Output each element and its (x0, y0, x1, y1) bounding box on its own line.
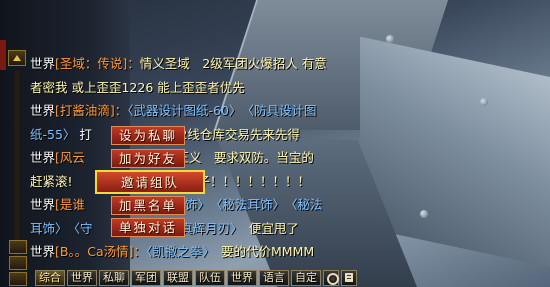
chat-channel-label[interactable]: 世界 (30, 150, 55, 165)
chat-line: 者密我 或上歪歪1226 能上歪歪者优先 (30, 76, 380, 100)
chat-item-link[interactable]: 〈守 (74, 221, 93, 236)
chat-item-link[interactable]: 〈武器设计图纸-60〉 (127, 103, 235, 118)
chat-message-text (61, 221, 74, 236)
chat-item-link[interactable]: 〈秘法 (291, 197, 322, 212)
tab-all[interactable]: 综合 (35, 270, 65, 286)
chat-message-text: 要的代价MMMM (208, 244, 315, 259)
menu-item-add-blacklist[interactable]: 加黑名单 (111, 196, 185, 215)
chat-scroll-controls (7, 240, 29, 286)
chat-item-link[interactable]: 真辉月刃〉 (180, 221, 236, 236)
chat-line: 世界[风云 历 正义 要求双防。当宝的 (30, 146, 380, 170)
menu-item-set-private-chat[interactable]: 设为私聊 (111, 126, 185, 145)
chat-item-link[interactable]: 纸-55〉 (30, 127, 75, 142)
chat-line: 世界[是谁 耳饰〉 〈秘法耳饰〉 〈秘法 (30, 193, 380, 217)
chat-player-name[interactable]: [风云 (55, 150, 85, 165)
chat-player-name[interactable]: [打酱油滴] (55, 103, 115, 118)
chat-item-link[interactable]: 〈防具设计图 (248, 103, 317, 118)
chat-message-list: 世界[圣域：传说]：情义圣域 2级军团火爆招人 有意 者密我 或上歪歪1226 能… (30, 52, 380, 264)
tab-world[interactable]: 世界 (67, 270, 97, 286)
double-arrow-up-icon[interactable] (9, 256, 27, 270)
chat-separator: ： (133, 244, 146, 259)
chat-message-text: 打 (75, 126, 92, 142)
tab-team[interactable]: 队伍 (195, 270, 225, 286)
chat-channel-label[interactable]: 世界 (30, 244, 55, 259)
chat-channel-label[interactable]: 世界 (30, 56, 55, 71)
chat-player-name[interactable]: [圣域：传说] (55, 56, 127, 71)
chat-message-text: 度2线仓库交易先来先得 (166, 126, 300, 142)
chat-line: 赶紧滚! 鞋子！！！！！！！！ (30, 170, 380, 194)
chat-line: 耳饰〉 〈守 真辉月刃〉 便宜甩了 (30, 217, 380, 241)
tab-legion[interactable]: 军团 (131, 270, 161, 286)
chat-channel-label[interactable]: 世界 (30, 103, 55, 118)
chat-channel-tabs: 综合 世界 私聊 军团 联盟 队伍 世界 语言 自定 (35, 270, 357, 286)
chat-line: 世界[圣域：传说]：情义圣域 2级军团火爆招人 有意 (30, 52, 380, 76)
chat-separator: ： (114, 103, 128, 118)
chat-player-name[interactable]: [是谁 (55, 197, 85, 212)
scene-rivet (386, 35, 394, 43)
tab-private[interactable]: 私聊 (99, 270, 129, 286)
chat-message-text: 便宜甩了 (236, 220, 299, 236)
notepad-icon[interactable] (341, 270, 357, 286)
scene-rivet (420, 210, 428, 218)
chat-window: 世界[圣域：传说]：情义圣域 2级军团火爆招人 有意 者密我 或上歪歪1226 能… (6, 46, 378, 287)
chat-item-link[interactable]: 〈秘法耳饰〉 (216, 197, 279, 212)
chat-item-link[interactable]: 〈凯撒之拳〉 (146, 244, 209, 259)
arrow-down-icon[interactable] (9, 272, 27, 286)
tab-language[interactable]: 语言 (259, 270, 289, 286)
arrow-up-icon[interactable] (8, 50, 26, 66)
chat-item-link[interactable]: 耳饰〉 (30, 221, 61, 236)
chat-line: 世界[打酱油滴]：〈武器设计图纸-60〉 〈防具设计图 (30, 99, 380, 123)
chat-separator: ： (127, 56, 140, 71)
chat-message-text: 赶紧滚! (30, 173, 73, 189)
chat-message-text (204, 197, 217, 212)
tab-alliance[interactable]: 联盟 (163, 270, 193, 286)
menu-item-invite-party[interactable]: 邀请组队 (95, 170, 205, 194)
arrow-down-icon[interactable] (9, 240, 27, 254)
chat-line: 世界[B。。Ca汤情]：〈凯撒之拳〉 要的代价MMMM (30, 240, 380, 264)
chat-message-text: 情义圣域 2级军团火爆招人 有意 (139, 56, 327, 71)
tab-world-2[interactable]: 世界 (227, 270, 257, 286)
chat-message-text: 者密我 或上歪歪1226 能上歪歪者优先 (30, 79, 245, 95)
chat-line: 纸-55〉 打 度2线仓库交易先来先得 (30, 123, 380, 147)
menu-item-private-dialog[interactable]: 单独对话 (111, 218, 185, 237)
scene-rivet (480, 98, 488, 106)
chat-message-text (279, 197, 292, 212)
tab-custom[interactable]: 自定 (291, 270, 321, 286)
chat-channel-label[interactable]: 世界 (30, 197, 55, 212)
menu-item-add-friend[interactable]: 加为好友 (111, 149, 185, 168)
gear-icon[interactable] (323, 270, 339, 286)
chat-player-name[interactable]: [B。。Ca汤情] (55, 244, 133, 259)
chat-message-text (235, 103, 248, 118)
